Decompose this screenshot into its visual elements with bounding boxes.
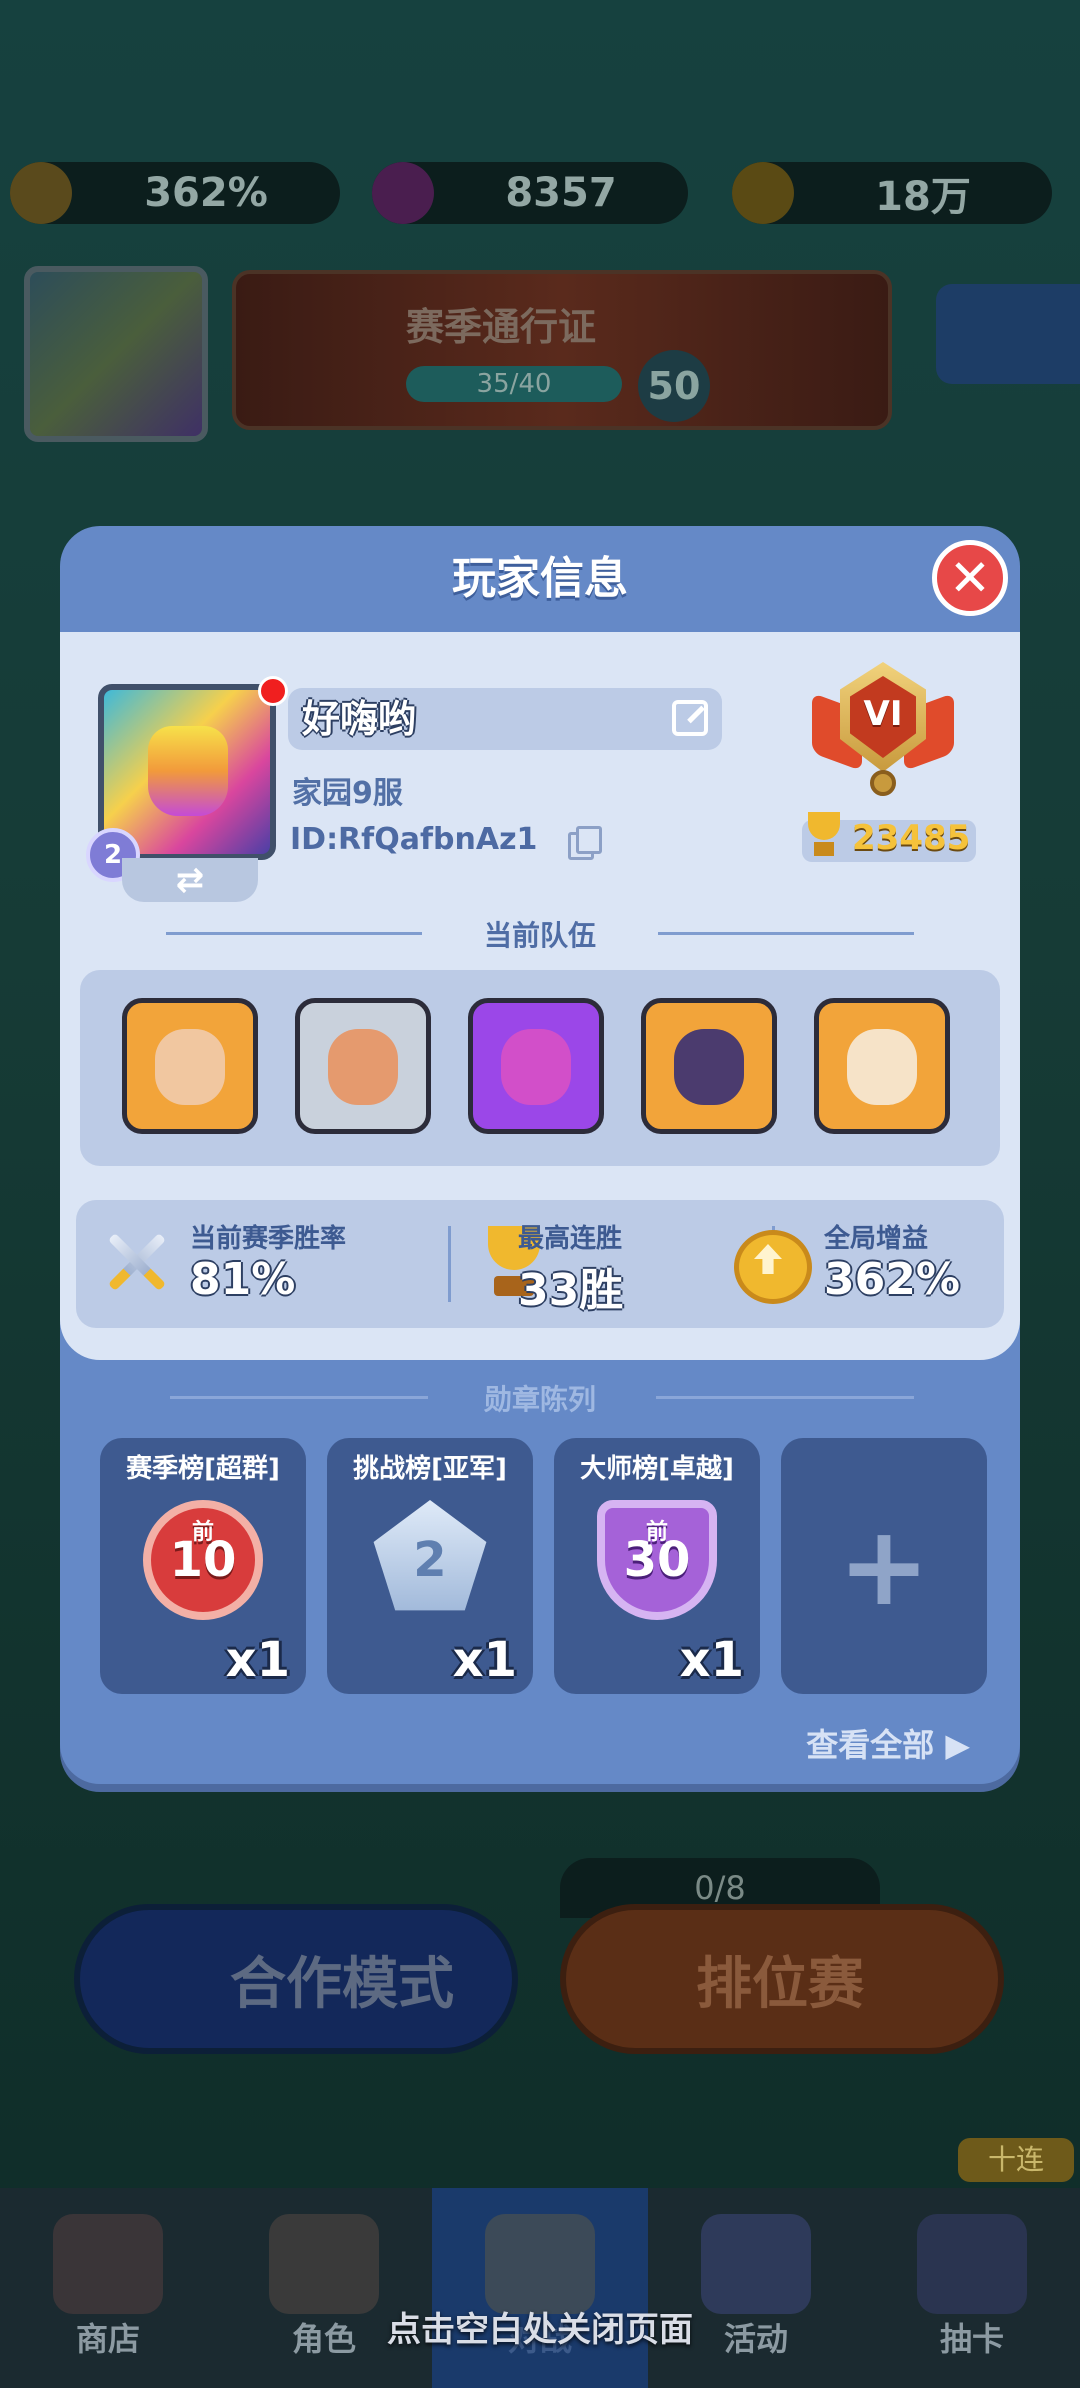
swap-avatar-button[interactable]: ⇄ [122,858,258,902]
global-boost-label: 全局增益 [824,1224,929,1254]
medal-challenge-rank[interactable]: 挑战榜[亚军] 2 x1 [327,1438,533,1694]
medal-title: 大师榜[卓越] [580,1454,734,1484]
trophy-count: 23485 [852,818,971,858]
view-all-medals-link[interactable]: 查看全部 ▶ [806,1720,970,1766]
medal-master-rank[interactable]: 大师榜[卓越] 前 30 x1 [554,1438,760,1694]
crossed-swords-icon [96,1222,176,1302]
copy-id-icon[interactable] [568,826,602,860]
player-stats: 当前赛季胜率 81% 最高连胜 33胜 全局增益 362% [76,1200,1004,1328]
player-server: 家园9服 [292,776,403,811]
hero-purple-brute[interactable] [468,998,604,1134]
top-30-medal-icon: 前 30 [597,1500,717,1620]
medal-badge-text: 2 [413,1532,447,1588]
medals-section-title: 勋章陈列 [483,1383,596,1416]
hero-dark-knight[interactable] [641,998,777,1134]
player-info-panel: 2 ⇄ 好嗨哟 家园9服 ID:RfQafbnAz1 VI 23485 当前队伍 [60,632,1020,1360]
medal-badge-top: 前 [645,1520,668,1545]
top-10-medal-icon: 前 10 [143,1500,263,1620]
close-icon: ✕ [949,549,991,607]
current-team [80,970,1000,1166]
silver-star-medal-icon: 2 [373,1500,487,1611]
medal-title: 挑战榜[亚军] [353,1454,507,1484]
player-name: 好嗨哟 [302,697,417,741]
player-info-modal: 玩家信息 ✕ 2 ⇄ 好嗨哟 家园9服 ID:RfQafbnAz1 VI 234… [60,526,1020,1784]
player-id: ID:RfQafbnAz1 [290,822,538,857]
edit-name-icon[interactable] [672,700,708,736]
global-boost-icon [728,1222,812,1304]
team-section-title: 当前队伍 [483,919,596,952]
global-boost-value: 362% [824,1254,960,1305]
medal-count: x1 [225,1632,290,1688]
stat-divider [448,1226,451,1302]
max-streak-value: 33胜 [518,1265,624,1316]
add-medal-button[interactable]: + [781,1438,987,1694]
hero-angel[interactable] [814,998,950,1134]
modal-title: 玩家信息 [452,553,628,604]
medal-title: 赛季榜[超群] [126,1454,280,1484]
player-name-bar: 好嗨哟 [288,688,722,750]
medal-count: x1 [679,1632,744,1688]
avatar-character-icon [148,726,228,816]
rank-emblem: VI [812,662,954,796]
notification-dot [258,676,288,706]
medal-count: x1 [452,1632,517,1688]
swap-arrows-icon: ⇄ [175,860,205,900]
close-hint: 点击空白处关闭页面 [387,2310,693,2350]
trophy-icon [802,812,846,860]
medal-season-rank[interactable]: 赛季榜[超群] 前 10 x1 [100,1438,306,1694]
hero-barbarian[interactable] [295,998,431,1134]
hero-golden-king[interactable] [122,998,258,1134]
max-streak-label: 最高连胜 [518,1224,623,1254]
win-rate-value: 81% [190,1254,296,1305]
plus-icon: + [837,1502,931,1630]
close-button[interactable]: ✕ [932,540,1008,616]
win-rate-label: 当前赛季胜率 [190,1224,347,1254]
medal-badge-top: 前 [191,1520,214,1545]
